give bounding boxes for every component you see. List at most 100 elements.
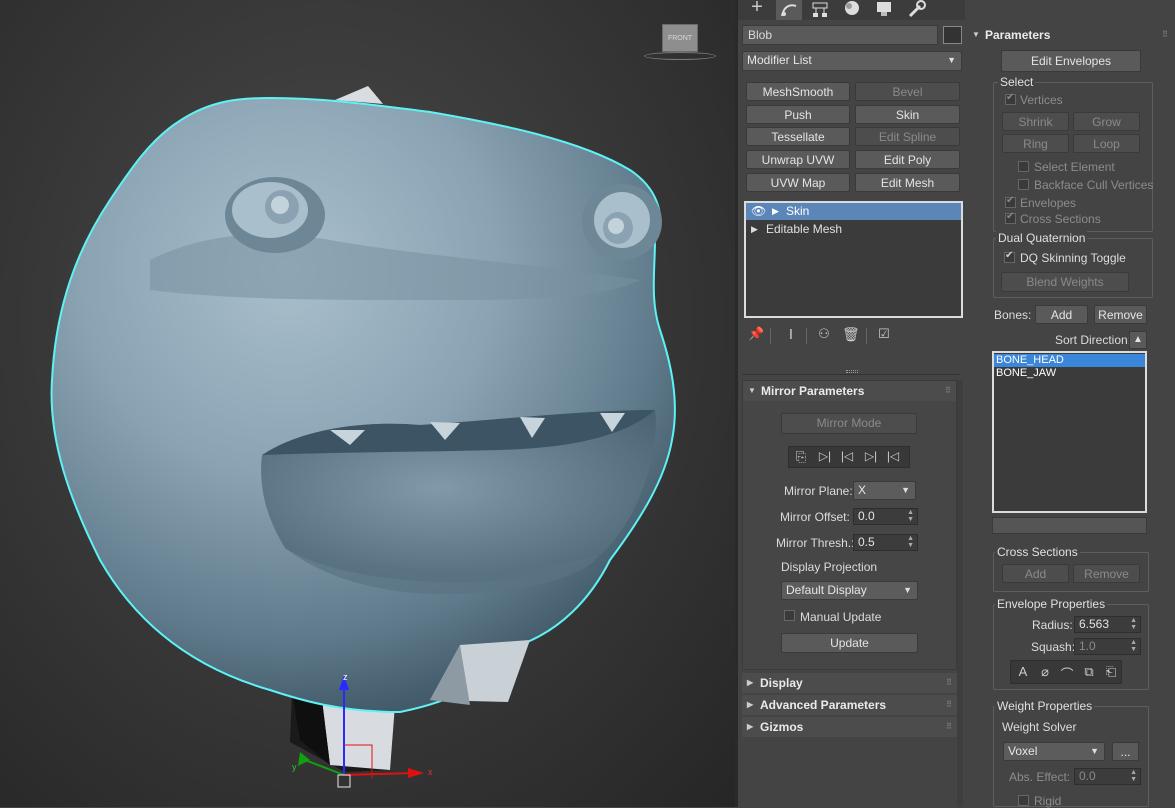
envelope-visible-icon[interactable]: ⌀ (1037, 664, 1053, 680)
absolute-relative-icon[interactable]: A (1015, 664, 1031, 679)
bones-list[interactable]: BONE_HEAD BONE_JAW (992, 351, 1147, 513)
hierarchy-icon[interactable] (808, 0, 832, 20)
viewport-perspective[interactable]: z x y FRONT (0, 0, 735, 807)
squash-spinner[interactable]: 1.0 ▲ ▼ (1074, 638, 1141, 655)
rigid-checkbox[interactable] (1018, 795, 1029, 806)
mirror-thresh-spinner[interactable]: 0.5 ▲ ▼ (853, 534, 918, 551)
configure-sets-icon[interactable]: ☑ (876, 326, 892, 342)
modifier-list-dropdown[interactable]: Modifier List ▼ (742, 51, 962, 71)
spinner-arrows-icon[interactable]: ▲ ▼ (1130, 617, 1137, 631)
modifier-button-meshsmooth[interactable]: MeshSmooth (746, 82, 850, 101)
loop-button[interactable]: Loop (1073, 134, 1140, 153)
squash-value: 1.0 (1079, 639, 1096, 653)
stack-item-editable-mesh[interactable]: ▶ Editable Mesh (746, 221, 961, 238)
mirror-rollout-header[interactable]: ▼ Mirror Parameters ⠿ (743, 381, 956, 401)
paste-envelope-icon[interactable]: ⎗ (1103, 664, 1119, 680)
weight-solver-dropdown[interactable]: Voxel ▼ (1003, 742, 1105, 761)
advanced-rollout-header[interactable]: ▶ Advanced Parameters ⠿ (742, 695, 957, 715)
backface-cull-checkbox[interactable] (1018, 179, 1029, 190)
chevron-down-icon: ▼ (901, 485, 910, 495)
copy-envelope-icon[interactable]: ⧉ (1081, 664, 1097, 680)
mirror-offset-value: 0.0 (858, 509, 875, 523)
object-name-field[interactable]: Blob (742, 25, 938, 45)
modifier-button-tessellate[interactable]: Tessellate (746, 127, 850, 146)
edit-envelopes-button[interactable]: Edit Envelopes (1001, 50, 1141, 72)
falloff-icon[interactable]: ⌒ (1059, 664, 1075, 683)
vertices-checkbox[interactable] (1005, 92, 1016, 105)
abs-effect-spinner[interactable]: 0.0 ▲ ▼ (1074, 768, 1141, 785)
select-element-label: Select Element (1034, 160, 1115, 174)
viewcube[interactable]: FRONT (640, 20, 720, 62)
manual-update-checkbox[interactable] (784, 610, 795, 621)
bone-name-field[interactable] (992, 517, 1147, 534)
display-icon[interactable] (872, 0, 896, 20)
envelopes-checkbox[interactable] (1005, 195, 1016, 208)
modifier-button-edit-poly[interactable]: Edit Poly (855, 150, 960, 169)
display-projection-dropdown[interactable]: Default Display ▼ (781, 581, 918, 600)
cross-sections-checkbox[interactable] (1005, 211, 1016, 224)
stack-item-skin[interactable]: 👁 ▶ Skin (746, 203, 961, 220)
scene-render: z x y (50, 86, 676, 788)
modify-icon[interactable] (776, 0, 802, 20)
drag-handle[interactable] (846, 370, 858, 373)
spinner-arrows-icon[interactable]: ▲ ▼ (1130, 769, 1137, 783)
expand-arrow-icon[interactable]: ▶ (751, 221, 758, 238)
eye-icon[interactable]: 👁 (751, 203, 766, 219)
parameters-rollout-header[interactable]: ▼ Parameters ⠿ (967, 25, 1173, 45)
paste-green-to-blue-bones-icon[interactable]: ▷| (817, 449, 833, 463)
show-end-result-icon[interactable]: Ⅰ (784, 326, 798, 343)
spinner-arrows-icon[interactable]: ▲ ▼ (907, 509, 914, 523)
cross-sections-remove-button[interactable]: Remove (1073, 564, 1140, 583)
paste-green-to-blue-verts-icon[interactable]: ▷| (863, 449, 879, 463)
modifier-button-bevel[interactable]: Bevel (855, 82, 960, 101)
expand-arrow-icon[interactable]: ▶ (772, 203, 779, 220)
modifier-button-unwrap-uvw[interactable]: Unwrap UVW (746, 150, 850, 169)
scrollbar[interactable] (957, 380, 963, 807)
expand-icon: ▶ (747, 678, 754, 687)
delete-modifier-icon[interactable]: 🗑 (842, 326, 860, 343)
bones-add-button[interactable]: Add (1035, 305, 1088, 324)
create-icon[interactable]: + (746, 0, 768, 18)
display-projection-value: Default Display (786, 583, 867, 597)
shrink-button[interactable]: Shrink (1002, 112, 1069, 131)
manual-update-label: Manual Update (800, 610, 882, 624)
display-rollout-header[interactable]: ▶ Display ⠿ (742, 673, 957, 693)
ring-button[interactable]: Ring (1002, 134, 1069, 153)
mirror-offset-spinner[interactable]: 0.0 ▲ ▼ (853, 508, 918, 525)
modifier-button-uvw-map[interactable]: UVW Map (746, 173, 850, 192)
utilities-icon[interactable] (904, 0, 928, 20)
modifier-button-skin[interactable]: Skin (855, 105, 960, 124)
weight-solver-options-button[interactable]: ... (1112, 742, 1139, 761)
modifier-button-edit-spline[interactable]: Edit Spline (855, 127, 960, 146)
select-element-checkbox[interactable] (1018, 161, 1029, 172)
mirror-rollout-title: Mirror Parameters (761, 384, 865, 398)
mirror-plane-dropdown[interactable]: X ▼ (853, 481, 916, 500)
mirror-mode-button[interactable]: Mirror Mode (781, 413, 917, 434)
radius-spinner[interactable]: 6.563 ▲ ▼ (1074, 616, 1141, 633)
cross-sections-add-button[interactable]: Add (1002, 564, 1069, 583)
blend-weights-button[interactable]: Blend Weights (1001, 272, 1129, 292)
modifier-button-push[interactable]: Push (746, 105, 850, 124)
dq-skinning-checkbox[interactable] (1004, 250, 1015, 263)
stack-item-label: Skin (786, 204, 810, 218)
object-color-swatch[interactable] (943, 26, 962, 44)
bones-list-item[interactable]: BONE_JAW (994, 367, 1145, 380)
pin-stack-icon[interactable]: 📌 (748, 326, 764, 342)
motion-icon[interactable] (840, 0, 864, 20)
spinner-arrows-icon[interactable]: ▲ ▼ (907, 535, 914, 549)
sort-direction-button[interactable]: ▲ (1129, 331, 1147, 349)
right-eye (582, 184, 662, 260)
paste-blue-to-green-bones-icon[interactable]: |◁ (839, 449, 855, 463)
paste-blue-to-green-verts-icon[interactable]: |◁ (885, 449, 901, 463)
bones-remove-button[interactable]: Remove (1094, 305, 1147, 324)
chevron-down-icon: ▼ (903, 585, 912, 595)
grow-button[interactable]: Grow (1073, 112, 1140, 131)
bones-list-item[interactable]: BONE_HEAD (994, 354, 1145, 367)
gizmos-rollout-header[interactable]: ▶ Gizmos ⠿ (742, 717, 957, 737)
modifier-button-edit-mesh[interactable]: Edit Mesh (855, 173, 960, 192)
abs-effect-label: Abs. Effect: (1009, 770, 1071, 784)
spinner-arrows-icon[interactable]: ▲ ▼ (1130, 639, 1137, 653)
make-unique-icon[interactable]: ⚇ (816, 326, 832, 342)
mirror-paste-icon[interactable]: ⎘ (793, 449, 809, 465)
update-button[interactable]: Update (781, 633, 918, 653)
